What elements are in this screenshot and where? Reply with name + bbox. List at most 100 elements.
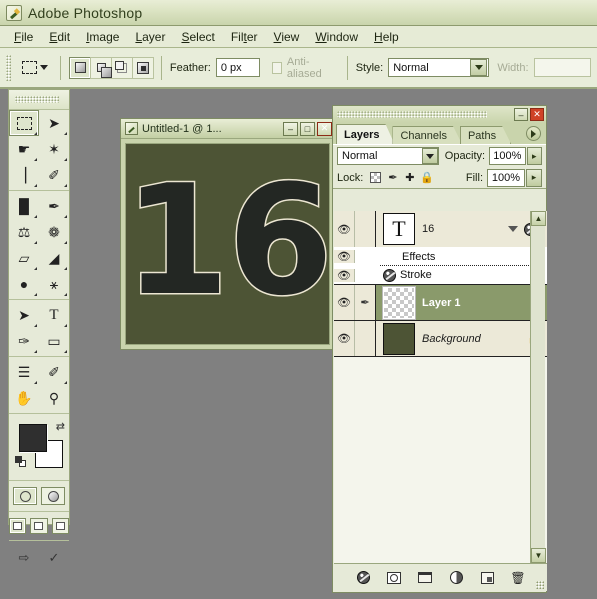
layers-scrollbar[interactable]: ▲ ▼ — [530, 211, 546, 563]
notes-tool[interactable]: ☰ — [9, 359, 39, 385]
panel-resize-handle[interactable] — [536, 581, 544, 589]
menu-item-layer[interactable]: Layer — [127, 28, 173, 46]
fill-slider-button[interactable]: ▸ — [526, 168, 542, 187]
rectangular-marquee-tool[interactable] — [9, 110, 39, 136]
layer-mask-button[interactable] — [385, 570, 403, 586]
feather-input[interactable]: 0 px — [215, 58, 261, 77]
zoom-tool[interactable]: ⚲ — [39, 385, 69, 411]
quick-mask-mode-button[interactable] — [41, 487, 65, 505]
standard-mode-button[interactable] — [13, 487, 37, 505]
table-row[interactable]: 👁 T 16 — [334, 211, 547, 247]
lock-position-icon[interactable]: ✚ — [401, 170, 418, 186]
effects-visibility-toggle[interactable]: 👁 — [334, 250, 355, 263]
document-close-button[interactable]: ✕ — [317, 121, 332, 136]
layer-style-button[interactable] — [354, 570, 372, 586]
hand-tool[interactable]: ✋ — [9, 385, 39, 411]
width-input[interactable] — [533, 58, 591, 77]
lock-image-pixels-icon[interactable]: ✒ — [384, 170, 401, 186]
layer-name[interactable]: 16 — [422, 211, 508, 247]
tab-paths[interactable]: Paths — [460, 126, 511, 144]
fill-input[interactable]: 100% — [487, 168, 525, 187]
panel-menu-icon[interactable] — [526, 126, 541, 141]
layer-link-toggle[interactable] — [355, 321, 376, 356]
magic-wand-tool[interactable]: ✶ — [39, 136, 69, 162]
table-row[interactable]: 👁 Background 🔒 — [334, 321, 547, 357]
scroll-down-button[interactable]: ▼ — [531, 548, 546, 563]
slice-tool[interactable]: ✐ — [39, 162, 69, 188]
add-to-selection-button[interactable] — [90, 56, 113, 79]
panel-minimize-button[interactable]: – — [514, 108, 528, 121]
move-tool[interactable]: ➤ — [39, 110, 69, 136]
options-bar-grip[interactable] — [6, 54, 11, 81]
rectangle-tool[interactable]: ▭ — [39, 328, 69, 354]
full-screen-with-menu-button[interactable] — [30, 518, 48, 534]
pen-tool[interactable]: ✑ — [9, 328, 39, 354]
gradient-tool[interactable]: ◢ — [39, 245, 69, 271]
new-adjustment-layer-button[interactable] — [447, 570, 465, 586]
document-titlebar[interactable]: Untitled-1 @ 1... – □ ✕ — [121, 119, 334, 139]
menu-item-help[interactable]: Help — [366, 28, 407, 46]
raster-layer-thumbnail[interactable] — [382, 285, 416, 320]
menu-item-filter[interactable]: Filter — [223, 28, 266, 46]
text-layer-thumbnail[interactable]: T — [383, 213, 415, 245]
blend-mode-select[interactable]: Normal — [337, 147, 439, 165]
menu-item-file[interactable]: File — [6, 28, 41, 46]
chevron-down-icon[interactable] — [508, 226, 518, 232]
style-select[interactable]: Normal — [388, 58, 490, 77]
default-colors-icon[interactable] — [15, 456, 27, 468]
jump-to-imageready-icon[interactable]: ⇨ — [12, 548, 36, 568]
lasso-tool[interactable]: ☛ — [9, 136, 39, 162]
layer-name[interactable]: Layer 1 — [422, 285, 547, 320]
subtract-from-selection-button[interactable] — [111, 56, 134, 79]
path-selection-tool[interactable]: ➤ — [9, 302, 39, 328]
type-tool[interactable]: T — [39, 302, 69, 328]
new-layer-button[interactable] — [478, 570, 496, 586]
opacity-slider-button[interactable]: ▸ — [526, 147, 542, 165]
tool-preset-picker[interactable] — [18, 55, 52, 81]
brush-tool[interactable]: ✒ — [39, 193, 69, 219]
lock-all-icon[interactable]: 🔒 — [418, 170, 435, 186]
menu-item-window[interactable]: Window — [307, 28, 366, 46]
layers-panel-titlebar[interactable]: – ✕ — [333, 106, 546, 123]
layer-visibility-toggle[interactable]: 👁 — [334, 211, 355, 247]
dodge-tool[interactable]: ⚹ — [39, 271, 69, 297]
opacity-input[interactable]: 100% — [489, 147, 526, 165]
swap-colors-icon[interactable]: ⇄ — [56, 420, 65, 433]
layer-visibility-toggle[interactable]: 👁 — [334, 321, 355, 356]
menu-item-edit[interactable]: Edit — [41, 28, 78, 46]
blur-tool[interactable]: ● — [9, 271, 39, 297]
healing-brush-tool[interactable]: █ — [9, 193, 39, 219]
menu-item-image[interactable]: Image — [78, 28, 127, 46]
stroke-visibility-toggle[interactable]: 👁 — [334, 268, 355, 282]
document-canvas[interactable]: 16 — [125, 143, 330, 345]
effect-item-row[interactable]: 👁 Stroke — [334, 266, 547, 285]
new-selection-button[interactable] — [69, 56, 92, 79]
menu-item-view[interactable]: View — [266, 28, 308, 46]
full-screen-mode-button[interactable] — [51, 518, 69, 534]
clone-stamp-tool[interactable]: ⚖ — [9, 219, 39, 245]
document-maximize-button[interactable]: □ — [300, 121, 315, 136]
delete-layer-button[interactable]: 🗑 — [509, 570, 527, 586]
history-brush-tool[interactable]: ❁ — [39, 219, 69, 245]
tab-layers[interactable]: Layers — [336, 124, 394, 144]
panel-close-button[interactable]: ✕ — [530, 108, 544, 121]
lock-transparent-pixels-icon[interactable] — [367, 170, 384, 186]
tab-channels[interactable]: Channels — [392, 126, 461, 144]
table-row[interactable]: 👁 ✒ Layer 1 — [334, 285, 547, 321]
layer-visibility-toggle[interactable]: 👁 — [334, 285, 355, 320]
eyedropper-tool[interactable]: ✐ — [39, 359, 69, 385]
layer-link-toggle[interactable] — [355, 211, 376, 247]
standard-screen-mode-button[interactable] — [9, 518, 27, 534]
toolbox-grip[interactable] — [9, 90, 69, 110]
menu-item-select[interactable]: Select — [173, 28, 222, 46]
anti-aliased-checkbox[interactable] — [271, 61, 282, 74]
layer-link-toggle[interactable]: ✒ — [355, 285, 376, 320]
foreground-color-swatch[interactable] — [19, 424, 47, 452]
intersect-with-selection-button[interactable] — [132, 56, 155, 79]
new-group-button[interactable] — [416, 570, 434, 586]
layer-name[interactable]: Background — [422, 321, 527, 356]
background-layer-thumbnail[interactable] — [383, 322, 415, 355]
eraser-tool[interactable]: ▱ — [9, 245, 39, 271]
effects-row[interactable]: 👁 Effects — [334, 247, 547, 266]
scroll-up-button[interactable]: ▲ — [531, 211, 546, 226]
